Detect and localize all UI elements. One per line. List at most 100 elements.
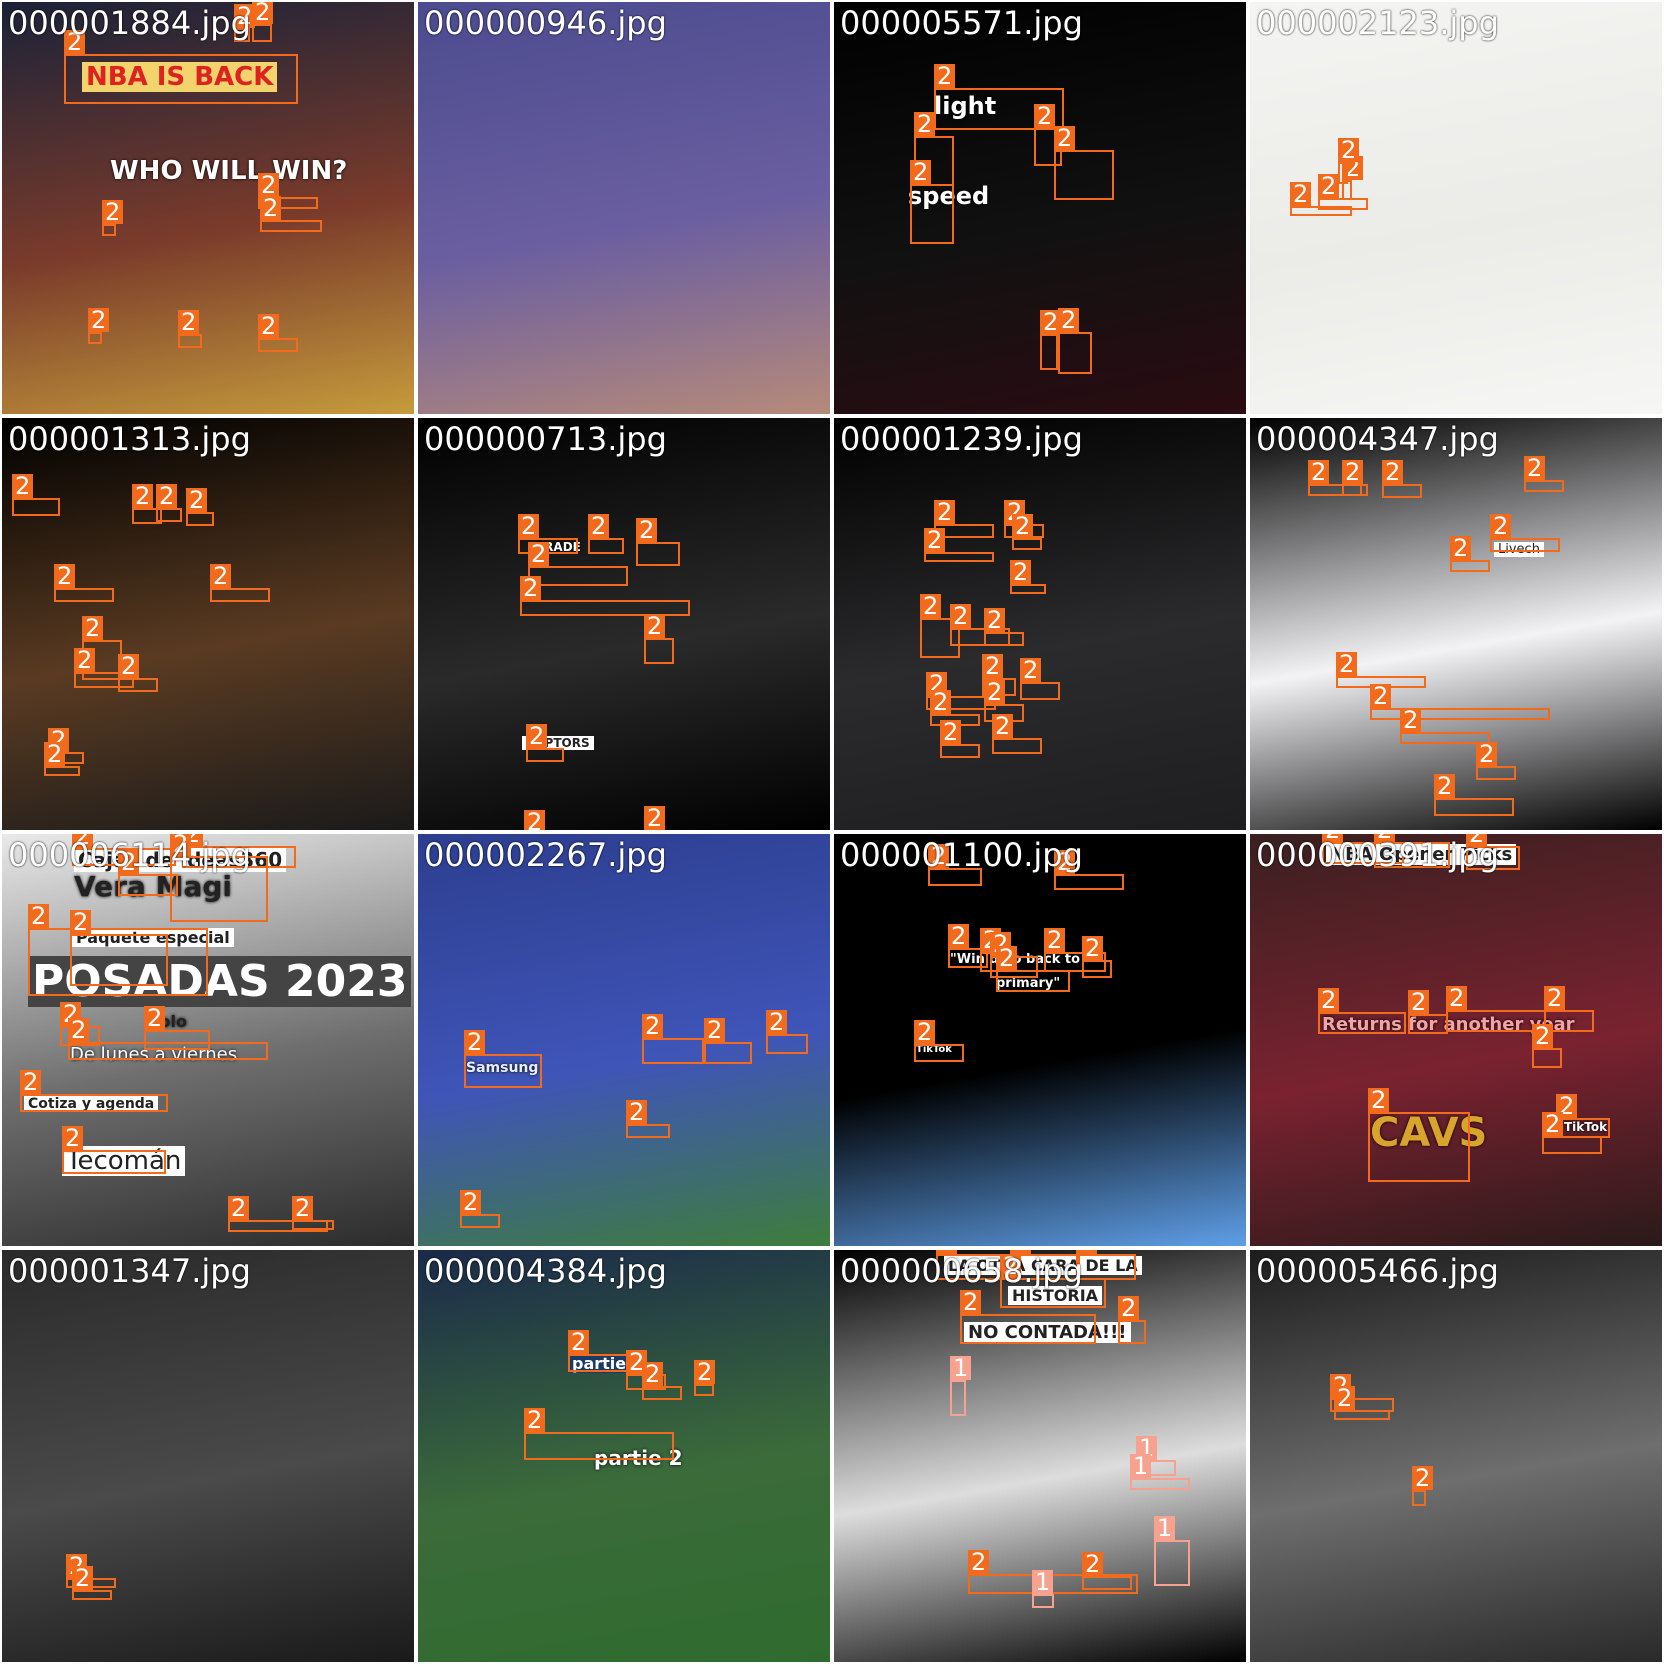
tile-3: light speed 2 2 2 2 2 2 2 000005571.jpg <box>834 2 1246 414</box>
class-label: 2 <box>132 484 154 508</box>
class-label: 2 <box>934 64 956 88</box>
class-label: 2 <box>1058 308 1080 332</box>
class-label: 2 <box>1466 834 1488 846</box>
detection-box: 2 <box>526 724 564 762</box>
class-label: 2 <box>1334 1386 1356 1410</box>
detection-box: 2 <box>1466 834 1520 870</box>
tile-10: Samsung 2 2 2 2 2 2 000002267.jpg <box>418 834 830 1246</box>
class-label: 2 <box>950 604 972 628</box>
class-label: 2 <box>1336 652 1358 676</box>
detection-box: 2 <box>928 844 982 886</box>
class-label: 2 <box>186 488 208 512</box>
detection-box: 2 <box>1374 834 1450 868</box>
detection-box: 2 <box>984 608 1024 646</box>
class-label: 2 <box>28 904 50 928</box>
class-label: 2 <box>982 654 1004 678</box>
mosaic-grid: NBA IS BACK WHO WILL WIN? 2 2 2 2 2 2 2 2 2 0000018… <box>0 0 1664 1664</box>
detection-box: 2 <box>1532 1024 1562 1068</box>
tile-1: NBA IS BACK WHO WILL WIN? 2 2 2 2 2 2 2 2 2 0000018… <box>2 2 414 414</box>
class-label: 2 <box>914 112 936 136</box>
detection-box: 2 <box>528 542 628 586</box>
detection-box: 2 <box>12 474 60 516</box>
class-label: 2 <box>636 518 658 542</box>
class-label: 2 <box>1374 834 1396 842</box>
overlay-text-who-will-win: WHO WILL WIN? <box>110 156 348 186</box>
detection-box: 2 <box>1412 1466 1434 1506</box>
detection-box: 2 <box>524 1408 674 1460</box>
tile-4: 2 2 2 2 000002123.jpg <box>1250 2 1662 414</box>
class-label: 2 <box>1034 104 1056 128</box>
detection-box: 2 <box>1082 1552 1132 1590</box>
detection-box: 2 <box>1338 138 1360 184</box>
tile-13: 22000001347.jpg <box>2 1250 414 1662</box>
detection-box: 2 <box>1012 514 1042 550</box>
detection-box: 2 <box>1054 850 1124 890</box>
detection-box: 2 <box>940 720 980 758</box>
class-label: 2 <box>170 834 192 856</box>
detection-box: 2 <box>260 196 322 232</box>
detection-box: 2 <box>1334 1386 1390 1420</box>
class-label: 2 <box>12 474 34 498</box>
detection-box: 2 <box>1118 1296 1146 1344</box>
tile-image <box>2 1250 414 1662</box>
detection-box: 2 <box>88 308 110 344</box>
class-label: 2 <box>1434 774 1456 798</box>
detection-box: 2 <box>914 1020 964 1062</box>
detection-box: 2 <box>766 1010 808 1054</box>
class-label: 2 <box>518 514 540 538</box>
class-label: 2 <box>1368 1088 1390 1112</box>
detection-box: 2 <box>1524 456 1564 492</box>
detection-box: 2 <box>1408 990 1448 1034</box>
class-label: 2 <box>940 720 962 744</box>
tile-image <box>418 2 830 414</box>
class-label: 2 <box>992 714 1014 738</box>
detection-box: 2 <box>1054 126 1114 200</box>
detection-box: 2 <box>704 1018 752 1064</box>
class-label: 2 <box>914 1020 936 1044</box>
class-label: 2 <box>930 690 952 714</box>
tile-image <box>834 418 1246 830</box>
class-label: 2 <box>1490 514 1512 538</box>
tile-11: "Win d go back toprimary"TikTok222222222… <box>834 834 1246 1246</box>
class-label: 2 <box>524 810 546 830</box>
detection-box: 2 <box>1010 560 1046 594</box>
tile-12: NBA Opener Picks Returns for another year… <box>1250 834 1662 1246</box>
detection-box: 2 <box>1040 310 1062 370</box>
class-label: 2 <box>1338 138 1360 162</box>
class-label: 2 <box>1382 460 1404 484</box>
detection-box: 2 <box>588 514 624 554</box>
detection-box: 2 <box>1076 1250 1136 1280</box>
detection-box: 2 <box>1450 536 1490 572</box>
tile-9: Cajas de ideas360 Vera Magi Paquete especi… <box>2 834 414 1246</box>
class-label: 2 <box>82 616 104 640</box>
class-label: 2 <box>1544 986 1566 1010</box>
class-label: 2 <box>1412 1466 1434 1490</box>
detection-box: 2 <box>626 1100 670 1138</box>
detection-box: 2 <box>1434 774 1514 816</box>
class-label: 2 <box>568 1330 590 1354</box>
tile-6: TRADE RAPTORS 2 2 2 2 2 2 2 2 2 000000713.jpg <box>418 418 830 830</box>
class-label: 2 <box>178 310 200 334</box>
class-label: 2 <box>1308 460 1330 484</box>
class-label: 2 <box>1342 460 1364 484</box>
class-label: 1 <box>1130 1454 1152 1478</box>
detection-box: 2 <box>102 200 124 236</box>
class-label: 2 <box>68 1018 90 1042</box>
detection-box: 2 <box>464 1030 542 1088</box>
class-label: 2 <box>44 742 66 766</box>
detection-box: 2 <box>1342 460 1364 496</box>
detection-box: 2 <box>234 4 256 42</box>
class-label: 2 <box>72 1566 94 1590</box>
class-label: 2 <box>1076 1250 1098 1254</box>
detection-box: 1 <box>1032 1570 1054 1608</box>
detection-box: 2 <box>1368 1088 1470 1182</box>
class-label: 2 <box>520 576 542 600</box>
class-label: 2 <box>144 1006 166 1030</box>
detection-box: 2 <box>144 1006 210 1050</box>
detection-box: 2 <box>156 484 182 522</box>
class-label: 2 <box>64 30 86 54</box>
class-label: 2 <box>260 196 282 220</box>
tile-image <box>1250 834 1662 1246</box>
class-label: 2 <box>74 648 96 672</box>
class-label: 2 <box>118 850 140 874</box>
